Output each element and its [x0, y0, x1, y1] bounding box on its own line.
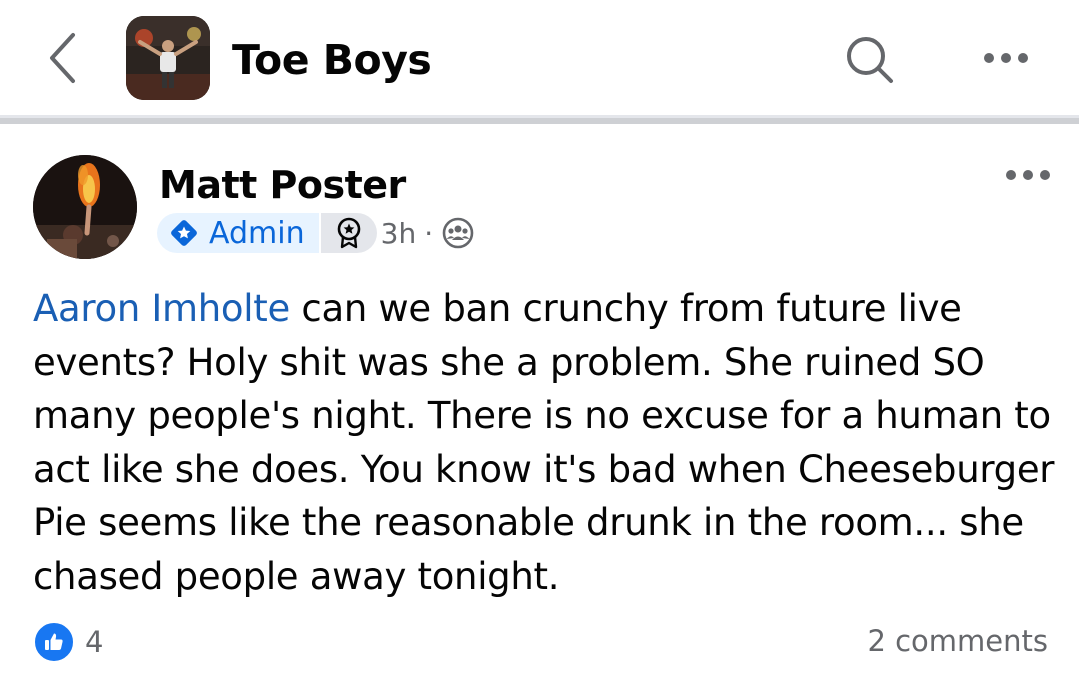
group-avatar[interactable]: [126, 16, 210, 100]
comments-count-link[interactable]: 2 comments: [867, 624, 1048, 658]
group-title[interactable]: Toe Boys: [232, 34, 432, 86]
admin-diamond-icon: [171, 220, 197, 246]
more-options-button[interactable]: [974, 38, 1038, 78]
reaction-summary[interactable]: 4: [33, 620, 103, 664]
post-text: Aaron Imholte can we ban crunchy from fu…: [33, 282, 1063, 603]
post-card: Matt Poster Admin 3h · Aaron Imholte can…: [0, 124, 1079, 678]
top-bar: Toe Boys: [0, 0, 1079, 115]
rank-badge[interactable]: [320, 213, 377, 253]
section-divider: [0, 115, 1079, 124]
more-horizontal-icon: [1023, 170, 1033, 180]
post-more-options-button[interactable]: [998, 162, 1058, 188]
more-horizontal-icon: [1040, 170, 1050, 180]
post-body-text: can we ban crunchy from future live even…: [33, 287, 1055, 598]
search-button[interactable]: [838, 28, 902, 92]
search-icon: [847, 37, 893, 83]
rank-medal-icon: [337, 217, 360, 249]
mention-link[interactable]: Aaron Imholte: [33, 287, 290, 330]
more-horizontal-icon: [1001, 53, 1011, 63]
post-meta: Admin 3h ·: [157, 213, 475, 253]
more-horizontal-icon: [1018, 53, 1028, 63]
group-cover-image: [126, 16, 210, 100]
author-name[interactable]: Matt Poster: [159, 162, 406, 208]
group-audience-icon: [441, 216, 475, 250]
author-avatar[interactable]: [33, 155, 137, 259]
author-profile-image: [33, 155, 137, 259]
meta-separator: ·: [424, 216, 434, 250]
like-count: 4: [85, 625, 104, 659]
more-horizontal-icon: [1006, 170, 1016, 180]
admin-label: Admin: [209, 215, 305, 251]
more-horizontal-icon: [984, 53, 994, 63]
post-timestamp[interactable]: 3h: [381, 217, 417, 250]
thumbs-up-icon: [33, 621, 75, 663]
admin-badge[interactable]: Admin: [157, 213, 319, 253]
back-button[interactable]: [40, 28, 84, 88]
chevron-left-icon: [50, 33, 75, 83]
